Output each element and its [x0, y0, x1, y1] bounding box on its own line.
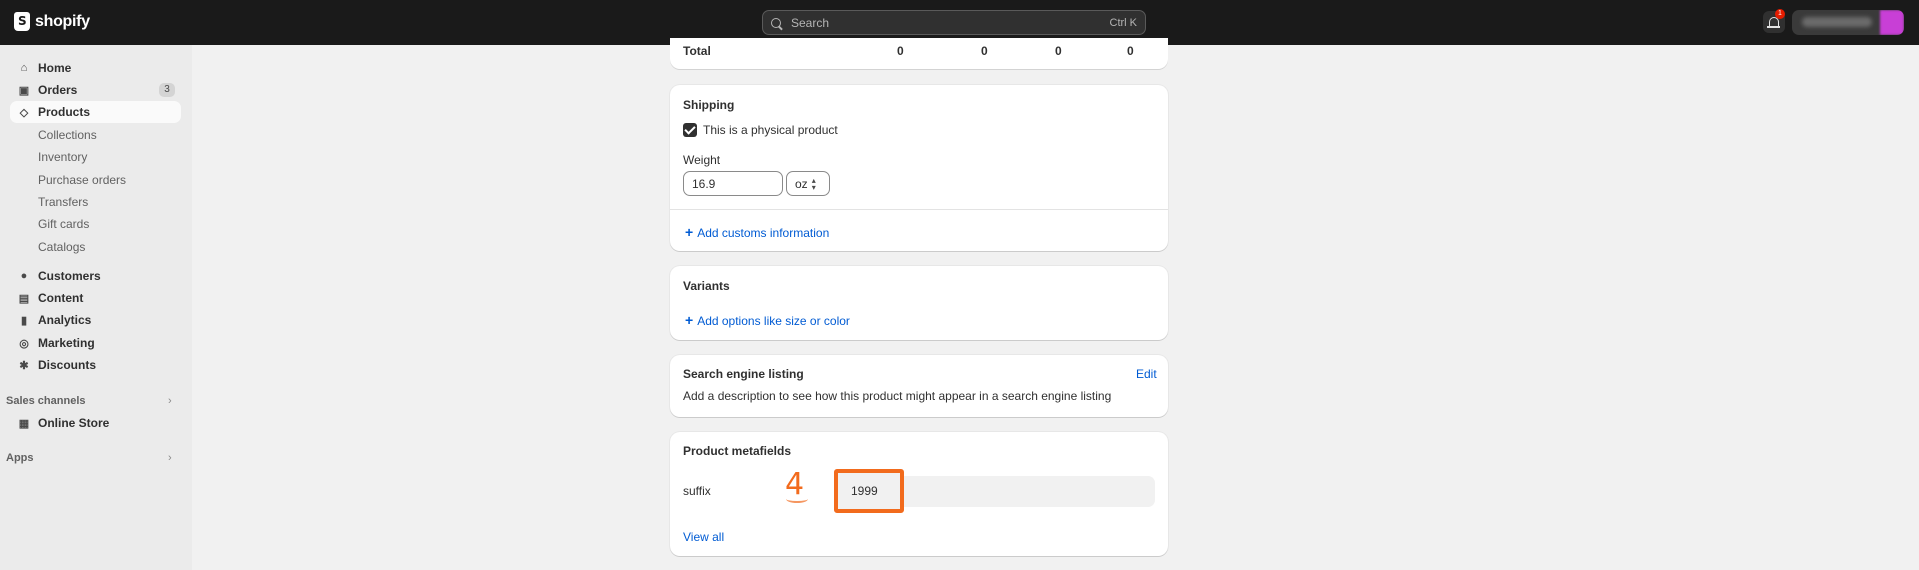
sidebar-item-analytics[interactable]: ▮ Analytics	[10, 309, 181, 331]
brand-name: shopify	[35, 12, 90, 30]
physical-product-checkbox[interactable]	[683, 123, 697, 137]
add-variant-options-link[interactable]: + Add options like size or color	[685, 312, 850, 328]
weight-unit-select[interactable]: oz ▴ ▾	[786, 171, 830, 196]
view-all-metafields-link[interactable]: View all	[683, 530, 724, 544]
sidebar-item-customers[interactable]: ● Customers	[10, 265, 181, 287]
account-menu-button[interactable]	[1792, 10, 1904, 35]
total-value: 0	[1055, 44, 1062, 58]
sidebar-item-label: Home	[38, 61, 72, 75]
shipping-card: Shipping This is a physical product Weig…	[670, 85, 1168, 251]
plus-icon: +	[685, 312, 694, 328]
sidebar-item-label: Content	[38, 291, 84, 305]
tag-icon: ◇	[19, 106, 29, 119]
metafields-title: Product metafields	[683, 444, 792, 458]
sidebar-item-label: Analytics	[38, 313, 92, 327]
sidebar-item-label: Orders	[38, 83, 78, 97]
add-customs-information-link[interactable]: + Add customs information	[685, 224, 829, 240]
physical-product-label: This is a physical product	[703, 123, 838, 137]
sidebar-subitem-catalogs[interactable]: Catalogs	[38, 240, 85, 254]
sidebar-item-label: Discounts	[38, 358, 97, 372]
chevron-right-icon[interactable]: ›	[168, 452, 172, 464]
sidebar-item-home[interactable]: ⌂ Home	[10, 57, 181, 79]
sidebar-subitem-gift-cards[interactable]: Gift cards	[38, 217, 89, 231]
variants-title: Variants	[683, 279, 730, 293]
weight-label: Weight	[683, 153, 721, 167]
inbox-icon: ▣	[18, 84, 30, 97]
sidebar-item-label: Marketing	[38, 336, 95, 350]
search-engine-listing-card: Search engine listing Edit Add a descrip…	[670, 355, 1168, 417]
sidebar-item-content[interactable]: ▤ Content	[10, 287, 181, 309]
search-icon	[771, 17, 781, 28]
sidebar-item-label: Online Store	[38, 416, 110, 430]
home-icon: ⌂	[20, 62, 28, 74]
avatar	[1880, 10, 1904, 35]
sidebar-subitem-purchase-orders[interactable]: Purchase orders	[38, 173, 126, 187]
add-customs-label: Add customs information	[697, 226, 830, 240]
add-options-label: Add options like size or color	[697, 314, 850, 328]
shipping-title: Shipping	[683, 98, 735, 112]
sidebar: ⌂ Home ▣ Orders 3 ◇ Products Collections…	[0, 45, 192, 570]
sidebar-item-orders[interactable]: ▣ Orders 3	[10, 79, 181, 101]
apps-heading[interactable]: Apps	[6, 452, 34, 464]
variants-card: Variants + Add options like size or color	[670, 266, 1168, 340]
content-icon: ▤	[18, 292, 30, 305]
chevron-right-icon[interactable]: ›	[168, 395, 172, 407]
store-icon: ▦	[18, 417, 30, 430]
metafield-suffix-label: suffix	[683, 484, 711, 498]
weight-unit-value: oz	[795, 176, 808, 191]
select-arrows-icon: ▴ ▾	[811, 175, 816, 192]
seo-description: Add a description to see how this produc…	[683, 389, 1112, 403]
sidebar-item-products[interactable]: ◇ Products	[10, 101, 181, 123]
search-placeholder: Search	[791, 15, 830, 30]
sidebar-subitem-collections[interactable]: Collections	[38, 128, 97, 142]
inventory-total-row: Total 0 0 0 0	[670, 38, 1168, 69]
total-value: 0	[981, 44, 988, 58]
product-metafields-card: Product metafields suffix View all	[670, 432, 1168, 556]
notifications-button[interactable]: 1	[1763, 9, 1785, 33]
weight-input[interactable]: 16.9	[683, 171, 783, 196]
bar-chart-icon: ▮	[20, 314, 28, 327]
notification-badge: 1	[1775, 9, 1785, 19]
sales-channels-heading[interactable]: Sales channels	[6, 395, 86, 407]
total-label: Total	[683, 44, 711, 58]
divider	[670, 209, 1168, 210]
metafield-suffix-value: 1999	[851, 484, 878, 498]
seo-edit-link[interactable]: Edit	[1136, 367, 1157, 381]
orders-count-badge: 3	[159, 83, 175, 97]
search-bar[interactable]: Search Ctrl K	[762, 10, 1146, 35]
sidebar-item-marketing[interactable]: ◎ Marketing	[10, 332, 181, 354]
store-name-blurred	[1802, 17, 1872, 27]
sidebar-subitem-inventory[interactable]: Inventory	[38, 150, 87, 164]
discount-icon: ✱	[19, 359, 29, 372]
sidebar-item-discounts[interactable]: ✱ Discounts	[10, 354, 181, 376]
highlighted-metafield-value[interactable]: 1999	[834, 469, 904, 513]
weight-value: 16.9	[692, 176, 716, 191]
sidebar-subitem-transfers[interactable]: Transfers	[38, 195, 88, 209]
target-icon: ◎	[19, 337, 29, 350]
shopify-logo[interactable]: shopify	[14, 12, 90, 31]
total-value: 0	[897, 44, 904, 58]
person-icon: ●	[20, 270, 28, 282]
seo-title: Search engine listing	[683, 367, 804, 381]
search-shortcut: Ctrl K	[1109, 16, 1138, 29]
plus-icon: +	[685, 224, 694, 240]
step-swoosh-decoration	[786, 495, 808, 503]
sidebar-item-online-store[interactable]: ▦ Online Store	[10, 412, 181, 434]
total-value: 0	[1127, 44, 1134, 58]
sidebar-item-label: Products	[38, 105, 91, 119]
shopify-bag-icon	[14, 12, 30, 31]
sidebar-item-label: Customers	[38, 269, 101, 283]
